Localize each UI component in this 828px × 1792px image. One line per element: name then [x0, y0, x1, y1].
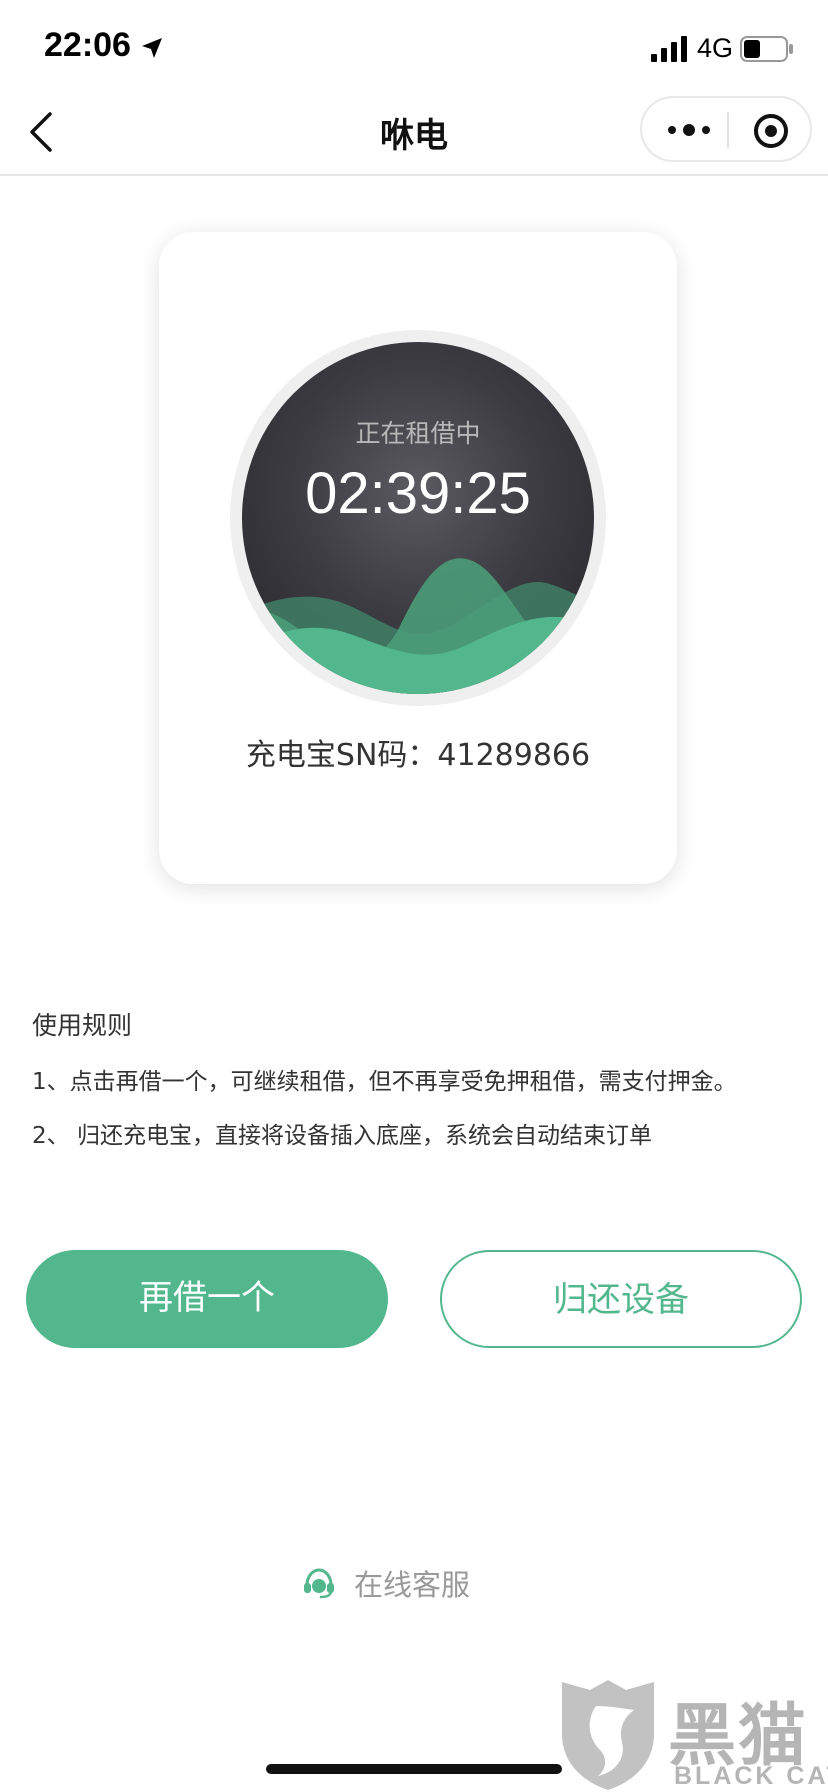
network-type: 4G: [697, 33, 734, 63]
rental-status: 正在租借中: [355, 419, 481, 448]
black-cat-watermark: 黑猫 BLACK CAT: [556, 1676, 828, 1792]
rental-dial: 正在租借中 02:39:25: [230, 330, 606, 706]
rules-title: 使用规则: [32, 1011, 133, 1040]
rental-timer: 02:39:25: [305, 461, 531, 526]
capsule-divider: [727, 112, 729, 148]
cat-shield-logo: [562, 1680, 654, 1790]
status-bar: 22:06 4G: [0, 0, 828, 100]
nav-bar: 咻电: [0, 86, 828, 176]
more-icon[interactable]: [664, 116, 714, 144]
signal-icon: [651, 36, 687, 62]
mini-program-capsule: [640, 96, 812, 162]
rule-item: 1、点击再借一个，可继续租借，但不再享受免押租借，需支付押金。: [32, 1069, 737, 1095]
usage-rules: 使用规则 1、点击再借一个，可继续租借，但不再享受免押租借，需支付押金。 2、 …: [32, 1006, 812, 1150]
rental-card: 正在租借中 02:39:25 充电宝SN码：41289866: [159, 232, 677, 884]
headset-icon: [304, 1568, 334, 1599]
status-time: 22:06: [44, 26, 131, 64]
watermark-en: BLACK CAT: [674, 1762, 828, 1790]
rule-item: 2、 归还充电宝，直接将设备插入底座，系统会自动结束订单: [32, 1123, 652, 1149]
battery-icon: [740, 36, 793, 62]
return-device-button[interactable]: 归还设备: [440, 1250, 802, 1348]
power-bank-sn: 充电宝SN码：41289866: [245, 738, 591, 773]
borrow-again-button[interactable]: 再借一个: [26, 1250, 388, 1348]
online-service-label: 在线客服: [354, 1568, 471, 1602]
location-arrow-icon: [142, 38, 162, 58]
target-icon[interactable]: [752, 112, 790, 150]
home-indicator[interactable]: [266, 1764, 562, 1774]
